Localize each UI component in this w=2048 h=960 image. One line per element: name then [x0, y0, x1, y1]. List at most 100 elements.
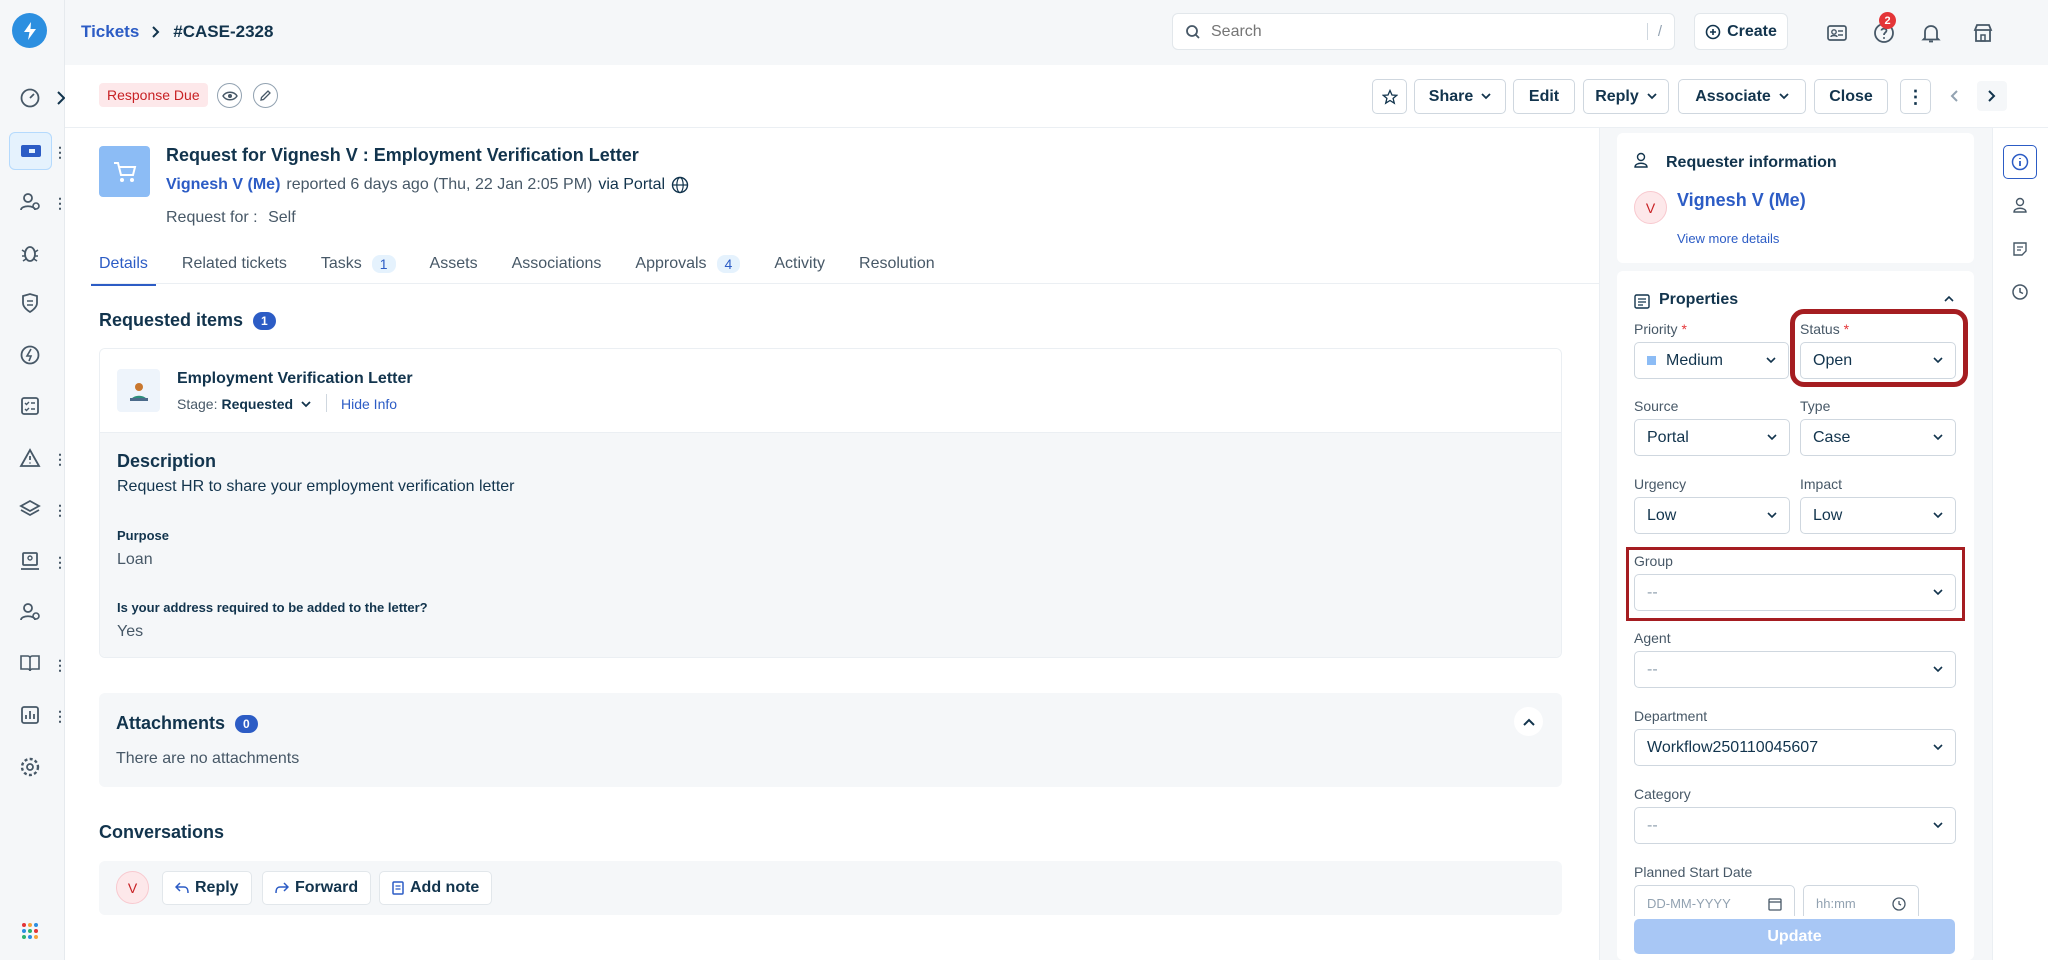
conversation-actions-bar: V Reply Forward Add note	[99, 861, 1562, 915]
tab-tasks[interactable]: Tasks 1	[321, 243, 396, 285]
previous-ticket-icon[interactable]	[1949, 89, 1959, 103]
source-select[interactable]: Portal	[1634, 419, 1790, 456]
hide-info-link[interactable]: Hide Info	[341, 396, 397, 412]
update-button[interactable]: Update	[1634, 919, 1955, 954]
agent-label: Agent	[1634, 630, 1671, 646]
response-due-tag: Response Due	[99, 83, 208, 107]
dashboard-icon[interactable]	[14, 82, 46, 114]
settings-gear-icon[interactable]	[14, 751, 46, 783]
conversations-heading: Conversations	[99, 822, 224, 843]
tab-activity[interactable]: Activity	[774, 243, 825, 285]
top-bar: Tickets #CASE-2328 / Create 2 V	[65, 0, 2048, 65]
tab-approvals[interactable]: Approvals 4	[635, 243, 741, 285]
history-clock-icon[interactable]	[2003, 275, 2037, 309]
create-button[interactable]: Create	[1694, 13, 1788, 50]
users-icon[interactable]	[14, 596, 46, 628]
category-value: --	[1647, 816, 1658, 834]
tickets-icon[interactable]	[9, 132, 52, 170]
reply-dropdown-button[interactable]: Reply	[1583, 79, 1669, 114]
requester-name-link[interactable]: Vignesh V (Me)	[1677, 190, 1806, 211]
app-logo-icon[interactable]	[12, 13, 47, 48]
reports-more-icon[interactable]: ⋮	[53, 709, 67, 723]
search-input[interactable]	[1211, 22, 1637, 41]
breadcrumb-tickets-link[interactable]: Tickets	[81, 22, 139, 42]
properties-card: Properties Priority * Medium Status * Op…	[1617, 271, 1974, 960]
description-title: Description	[117, 451, 217, 471]
alert-icon[interactable]	[14, 442, 46, 474]
close-ticket-button[interactable]: Close	[1814, 79, 1888, 114]
favorite-star-button[interactable]	[1372, 79, 1407, 114]
clock-icon	[1892, 896, 1906, 911]
assets-more-icon[interactable]: ⋮	[53, 555, 67, 569]
collapse-attachments-button[interactable]	[1514, 707, 1543, 736]
search-box[interactable]: /	[1172, 13, 1675, 50]
collapse-properties-icon[interactable]	[1944, 295, 1954, 302]
time-placeholder: hh:mm	[1816, 896, 1856, 911]
breadcrumb-chevron-icon	[151, 25, 161, 39]
add-note-button[interactable]: Add note	[379, 871, 493, 905]
urgency-select[interactable]: Low	[1634, 497, 1790, 534]
tickets-more-icon[interactable]: ⋮	[53, 145, 67, 159]
edit-button[interactable]: Edit	[1513, 79, 1575, 114]
forward-arrow-icon	[275, 882, 289, 894]
notes-icon[interactable]	[2003, 232, 2037, 266]
changes-icon[interactable]	[14, 339, 46, 371]
contacts-icon[interactable]	[14, 186, 46, 218]
layers-more-icon[interactable]: ⋮	[53, 503, 67, 517]
properties-title: Properties	[1659, 291, 1739, 308]
reply-button[interactable]: Reply	[162, 871, 252, 905]
help-notification-badge: 2	[1879, 12, 1896, 29]
tab-related-tickets[interactable]: Related tickets	[182, 243, 287, 285]
requester-info-card: Requester information V Vignesh V (Me) V…	[1617, 133, 1974, 263]
share-button[interactable]: Share	[1414, 79, 1506, 114]
requested-item-card: Employment Verification Letter Stage: Re…	[99, 348, 1562, 658]
requester-profile-icon[interactable]	[2003, 188, 2037, 222]
more-actions-button[interactable]: ⋮	[1900, 79, 1931, 114]
requested-item-name: Employment Verification Letter	[177, 370, 413, 387]
watch-eye-icon[interactable]	[217, 83, 242, 108]
tab-associations[interactable]: Associations	[512, 243, 602, 285]
bell-icon[interactable]	[1917, 19, 1945, 47]
type-select[interactable]: Case	[1800, 419, 1956, 456]
requested-items-count: 1	[253, 311, 276, 330]
note-icon	[392, 881, 404, 895]
purpose-value: Loan	[117, 551, 153, 568]
person-icon	[1634, 152, 1648, 168]
item-stage-dropdown[interactable]: Stage: Requested	[177, 396, 311, 412]
properties-panel: Requester information V Vignesh V (Me) V…	[1599, 128, 1992, 960]
knowledge-more-icon[interactable]: ⋮	[53, 658, 67, 672]
impact-select[interactable]: Low	[1800, 497, 1956, 534]
tasks-list-icon[interactable]	[14, 390, 46, 422]
tab-assets[interactable]: Assets	[430, 243, 478, 285]
tab-details[interactable]: Details	[91, 243, 156, 286]
contacts-more-icon[interactable]: ⋮	[53, 196, 67, 210]
shield-icon[interactable]	[14, 287, 46, 319]
next-ticket-icon[interactable]	[1977, 81, 2007, 111]
agent-select[interactable]: --	[1634, 651, 1956, 688]
tab-count: 4	[716, 255, 741, 273]
associate-button[interactable]: Associate	[1678, 79, 1806, 114]
tab-resolution[interactable]: Resolution	[859, 243, 935, 285]
search-shortcut-hint: /	[1646, 23, 1662, 40]
bug-icon[interactable]	[14, 237, 46, 269]
apps-grid-icon[interactable]	[14, 915, 46, 947]
info-icon[interactable]	[2003, 145, 2037, 179]
description-text: Request HR to share your employment veri…	[117, 478, 515, 495]
contact-card-icon[interactable]	[1823, 19, 1851, 47]
requester-link[interactable]: Vignesh V (Me)	[166, 176, 280, 194]
marketplace-store-icon[interactable]	[1969, 19, 1997, 47]
assets-icon[interactable]	[14, 545, 46, 577]
priority-select[interactable]: Medium	[1634, 342, 1789, 379]
reports-icon[interactable]	[14, 699, 46, 731]
layers-icon[interactable]	[14, 493, 46, 525]
category-select[interactable]: --	[1634, 807, 1956, 844]
alert-more-icon[interactable]: ⋮	[53, 452, 67, 466]
tab-count: 1	[371, 255, 396, 273]
edit-pencil-icon[interactable]	[253, 83, 278, 108]
attachments-section: Attachments 0 There are no attachments	[99, 693, 1562, 787]
view-more-details-link[interactable]: View more details	[1677, 231, 1779, 246]
knowledge-book-icon[interactable]	[14, 647, 46, 679]
forward-button[interactable]: Forward	[262, 871, 372, 905]
edit-label: Edit	[1528, 87, 1560, 105]
department-select[interactable]: Workflow250110045607	[1634, 729, 1956, 766]
